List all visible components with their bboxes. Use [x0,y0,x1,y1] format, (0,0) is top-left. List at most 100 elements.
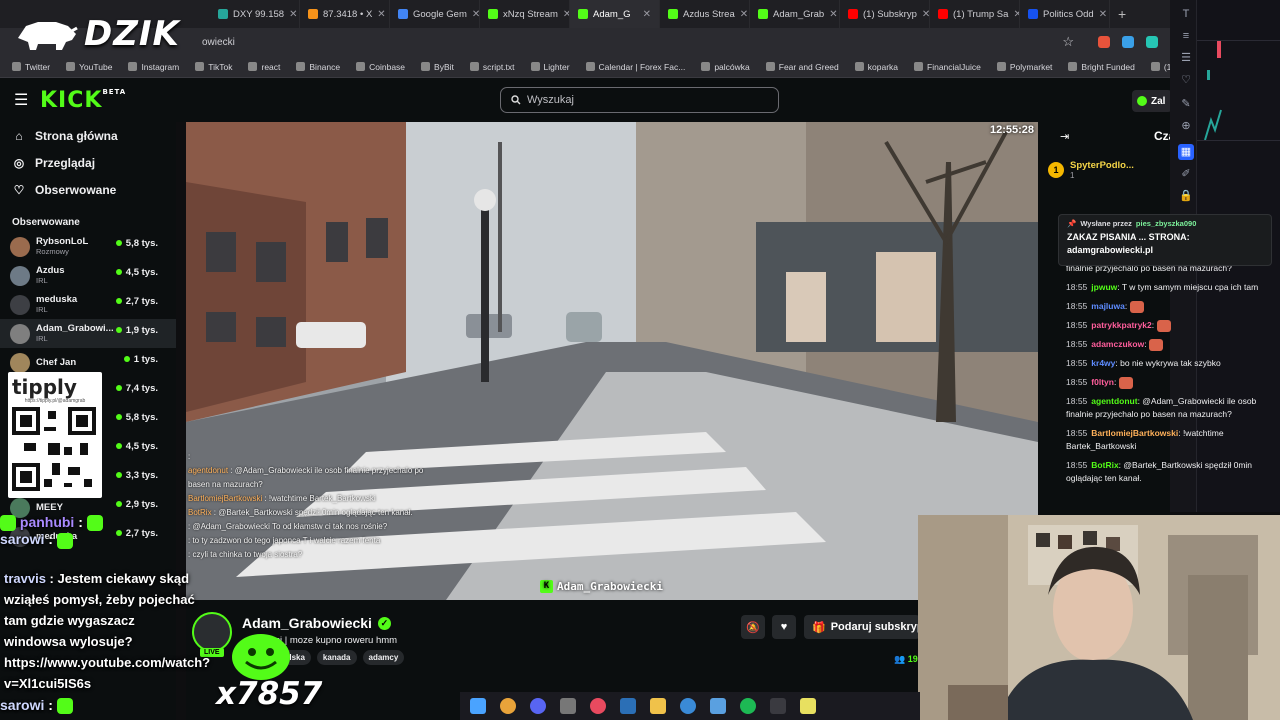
extension-icon[interactable] [1098,36,1110,48]
steam-icon[interactable] [620,698,636,714]
bookmark-label: YouTube [79,61,113,72]
bookmark-item[interactable]: Binance [296,62,340,72]
video-player[interactable]: 12:55:28 : agentdonut : @Adam_Grabowieck… [186,122,1038,600]
spotify-icon[interactable] [740,698,756,714]
bookmark-item[interactable]: Bright Funded [1068,62,1135,72]
bookmark-item[interactable]: Instagram [128,62,179,72]
app-icon[interactable] [710,698,726,714]
app-icon[interactable] [770,698,786,714]
app-icon[interactable] [590,698,606,714]
bookmark-item[interactable]: Lighter [530,62,570,72]
followed-channel[interactable]: meduska IRL 2,7 tys. [0,290,176,319]
tab-favicon-icon [668,9,678,19]
chat-username[interactable]: adamczukow [1091,339,1144,349]
bookmark-item[interactable]: Calendar | Forex Fac... [585,62,685,72]
lock-tool-icon[interactable]: 🔒 [1178,188,1194,204]
folder-icon[interactable] [650,698,666,714]
notepad-icon[interactable] [800,698,816,714]
pinned-user[interactable]: pies_zbyszka090 [1136,219,1196,228]
app-icon[interactable] [560,698,576,714]
chat-username[interactable]: BartlomiejBartkowski [1091,428,1178,438]
bookmark-item[interactable]: Coinbase [356,62,405,72]
top-supporter[interactable]: 1 SpyterPodlo... 1 [1048,160,1134,180]
nav-label: Przeglądaj [35,155,96,170]
close-tab-icon[interactable]: ✕ [829,9,837,20]
close-tab-icon[interactable]: ✕ [472,9,479,20]
followed-channel[interactable]: Adam_Grabowi... IRL 1,9 tys. [0,319,176,348]
bookmark-item[interactable]: (1) Day Trading Boo... [1150,62,1170,72]
close-tab-icon[interactable]: ✕ [643,9,651,20]
stream-tag[interactable]: adamcy [362,650,405,665]
chrome-icon[interactable] [500,698,516,714]
collapse-chat-icon[interactable]: ⇥ [1060,130,1069,143]
tab-label: Adam_G [593,8,631,20]
search-box[interactable] [500,87,779,113]
browser-tab[interactable]: Google Gem ✕ [390,0,480,28]
lines-tool-icon[interactable]: ≡ [1178,28,1194,44]
close-tab-icon[interactable]: ✕ [289,9,297,20]
close-tab-icon[interactable]: ✕ [922,9,929,20]
new-tab-icon[interactable]: + [1110,6,1134,22]
followed-channel[interactable]: Azdus IRL 4,5 tys. [0,261,176,290]
followed-channel[interactable]: RybsonLoL Rozmowy 5,8 tys. [0,232,176,261]
text-tool-icon[interactable]: T [1178,6,1194,22]
sidebar-nav-item[interactable]: ⌂ Strona główna [0,122,176,149]
list-tool-icon[interactable]: ☰ [1178,50,1194,66]
chat-username[interactable]: BotRix [1091,460,1118,470]
bookmark-star-icon[interactable]: ☆ [1062,34,1074,50]
bookmark-item[interactable]: react [248,62,280,72]
discord-icon[interactable] [530,698,546,714]
bookmark-item[interactable]: ByBit [421,62,454,72]
browser-tab[interactable]: DXY 99.158 ✕ [210,0,300,28]
browser-tab[interactable]: Azdus Strea ✕ [660,0,750,28]
browser-tab[interactable]: Adam_G ✕ [570,0,660,28]
windows-start-icon[interactable] [470,698,486,714]
follow-button[interactable]: ♥ [772,615,796,639]
chat-username[interactable]: f0ltyn [1091,377,1114,387]
sidebar-nav-item[interactable]: ◎ Przeglądaj [0,149,176,176]
close-tab-icon[interactable]: ✕ [1099,9,1107,20]
kick-logo[interactable]: KICKBETA [40,88,126,113]
close-tab-icon[interactable]: ✕ [563,9,569,20]
chat-username[interactable]: majluwa [1091,301,1125,311]
ruler-tool-icon[interactable]: ✎ [1178,96,1194,112]
browser-tab[interactable]: (1) Subskryp ✕ [840,0,930,28]
bookmark-item[interactable]: YouTube [66,62,112,72]
chat-username[interactable]: agentdonut [1091,396,1137,406]
bookmark-item[interactable]: Polymarket [996,62,1052,72]
bookmark-item[interactable]: FinancialJuice [914,62,981,72]
close-tab-icon[interactable]: ✕ [377,9,385,20]
login-button[interactable]: Zal [1132,90,1172,112]
bookmark-item[interactable]: koparka [854,62,898,72]
os-taskbar [460,692,920,720]
zoom-tool-icon[interactable]: ⊕ [1178,118,1194,134]
streamer-name[interactable]: Adam_Grabowiecki [242,615,372,631]
heart-tool-icon[interactable]: ♡ [1178,72,1194,88]
chat-username[interactable]: patrykkpatryk2 [1091,320,1151,330]
bookmark-item[interactable]: Fear and Greed [765,62,839,72]
browser-tab[interactable]: xNzq Stream ✕ [480,0,570,28]
browser-tab[interactable]: Politics Odd ✕ [1020,0,1110,28]
magnet-tool-icon[interactable]: ▦ [1178,144,1194,160]
extension-icon[interactable] [1146,36,1158,48]
bookmark-item[interactable]: TikTok [195,62,232,72]
notifications-button[interactable]: 🔕 [741,615,765,639]
browser-tab[interactable]: Adam_Grab ✕ [750,0,840,28]
stream-tag[interactable]: kanada [316,650,357,665]
bookmark-item[interactable]: palcówka [701,62,750,72]
close-tab-icon[interactable]: ✕ [740,9,748,20]
pinned-message[interactable]: 📌 Wysłane przez pies_zbyszka090 ZAKAZ PI… [1058,214,1272,266]
sidebar-nav-item[interactable]: ♡ Obserwowane [0,176,176,203]
browser-tab[interactable]: 87.3418 • X ✕ [300,0,390,28]
brush-tool-icon[interactable]: ✐ [1178,166,1194,182]
chat-username[interactable]: jpwuw [1091,282,1117,292]
ccleaner-icon[interactable] [680,698,696,714]
gift-subscription-button[interactable]: 🎁 Podaruj subskrypcje [804,615,920,639]
search-input[interactable] [527,94,757,106]
browser-tab[interactable]: (1) Trump Sa✕ [930,0,1020,28]
chat-username[interactable]: kr4wy [1091,358,1115,368]
bookmark-item[interactable]: Twitter [12,62,50,72]
extension-icon[interactable] [1122,36,1134,48]
bookmark-item[interactable]: script.txt [469,62,515,72]
menu-icon[interactable]: ☰ [14,90,28,110]
